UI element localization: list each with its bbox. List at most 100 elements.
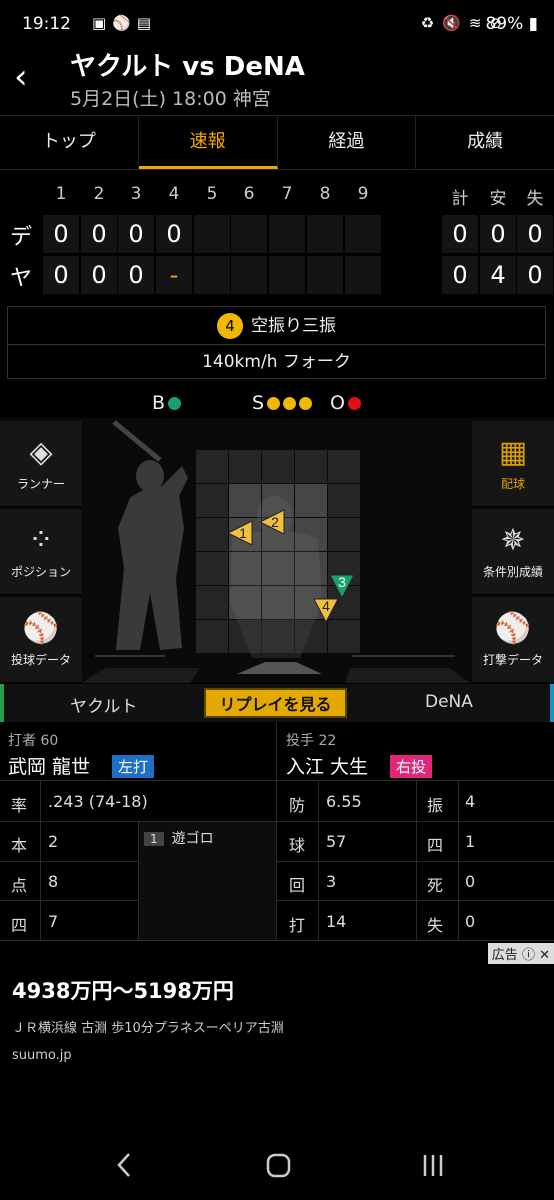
inning-header: 9 [357,184,369,204]
tab-live[interactable]: 速報 [138,116,278,169]
app-icon: ▤ [136,14,152,32]
inning-header: 6 [243,184,255,204]
pitcher-role: 投手 22 [286,733,337,749]
play-result-line: 4 空振り三振 [8,307,545,345]
side-button-pitch-grid[interactable]: ▦ 配球 [472,421,554,507]
zone-cell [295,450,327,483]
team-tab-dena[interactable]: DeNA [425,692,473,712]
nav-home-icon[interactable] [266,1153,291,1178]
nav-back-icon[interactable] [117,1153,130,1177]
play-result-box: 4 空振り三振 140km/h フォーク [7,306,546,379]
zone-cell [229,450,261,483]
pitcher-stat-value: 0 [465,872,476,891]
zone-cell [229,586,261,619]
back-button[interactable]: ‹ [14,60,48,96]
total-score: 4 [480,256,516,294]
radar-chart-icon: ✵ [500,523,526,558]
ball-dot [168,397,182,410]
game-subtitle: 5月2日(土) 18:00 神宮 [70,88,271,110]
zone-cell [229,484,261,517]
pitcher-stat-key: 四 [427,836,444,855]
batter-role: 打者 60 [8,733,59,749]
baseball-icon: ⚾ [112,14,131,32]
pitcher-stat-key: 死 [427,876,444,895]
at-bat-result: 1 遊ゴロ [144,828,214,848]
side-button-pitcher[interactable]: ⚾ 投球データ [0,597,82,683]
strike-dot [267,397,281,410]
pitch-marker-number: 2 [271,514,279,530]
notification-icons: ▣ ⚾ ▤ [92,14,151,32]
diamond-icon: ◈ [29,435,53,470]
inning-score: 0 [81,256,117,294]
ad-banner[interactable]: 広告 ⓘ ✕ 4938万円〜5198万円 ＪＲ横浜線 古淵 歩10分プラネスーペ… [0,940,554,1130]
zone-cell [328,518,360,551]
out-dot [347,397,361,410]
team-switch-bar: ヤクルト リプレイを見る DeNA [0,684,554,722]
side-button-field-positions[interactable]: ⁘ ポジション [0,509,82,595]
side-button-radar-chart[interactable]: ✵ 条件別成績 [472,509,554,595]
side-button-label: ランナー [16,477,65,491]
strike-dot [283,397,297,410]
tab-stats[interactable]: 成績 [416,116,554,169]
pitcher-stat-key: 振 [427,796,444,815]
zone-cell [196,518,228,551]
zone-cell [229,552,261,585]
pitch-detail: 140km/h フォーク [202,352,351,372]
batter-name[interactable]: 武岡 龍世 [8,752,90,779]
total-score: 0 [442,256,478,294]
at-bat-result-text: 遊ゴロ [171,831,214,847]
ad-line: ＪＲ横浜線 古淵 歩10分プラネスーペリア古淵 [12,1021,284,1036]
batter-stat-value: 7 [48,912,59,931]
inning-score [307,256,343,294]
zone-cell [262,586,294,619]
inning-score: 0 [156,215,192,253]
totals-header: 失 [526,189,544,209]
zone-cell [262,620,294,653]
inning-score [307,215,343,253]
batter-hand-badge: 左打 [112,755,155,778]
inning-score: 0 [43,215,79,253]
side-button-label: ポジション [10,565,71,579]
pitcher-stat-value: 1 [465,832,476,851]
replay-button[interactable]: リプレイを見る [204,688,347,718]
inning-score: 0 [81,215,117,253]
field-positions-icon: ⁘ [28,523,54,558]
zone-cell [328,484,360,517]
zone-cell [295,552,327,585]
zone-cell [295,620,327,653]
zone-cell [196,484,228,517]
zone-cell [262,450,294,483]
game-title: ヤクルト vs DeNA [70,52,305,82]
inning-score [345,256,381,294]
ball-count: B [152,392,182,414]
pitch-marker-number: 1 [239,525,247,541]
zone-cell [196,552,228,585]
play-result: 空振り三振 [251,316,336,336]
pitch-marker-number: 4 [322,598,330,614]
inning-score [231,215,267,253]
inning-header: 3 [130,184,142,204]
pitcher-stat-value: 6.55 [326,792,362,811]
header: ‹ ヤクルト vs DeNA 5月2日(土) 18:00 神宮 [0,40,554,115]
tab-top[interactable]: トップ [0,116,139,169]
chevron-left-icon: ‹ [14,57,28,97]
pitch-grid-icon: ▦ [498,435,528,470]
tab-progress[interactable]: 経過 [278,116,417,169]
zone-cell [295,484,327,517]
pitch-number-badge: 4 [217,313,243,339]
ad-tag[interactable]: 広告 ⓘ ✕ [487,943,554,964]
side-button-diamond[interactable]: ◈ ランナー [0,421,82,507]
pitcher-name[interactable]: 入江 大生 [286,752,368,779]
total-score: 0 [442,215,478,253]
batter-stat-key: 率 [11,796,28,815]
team-tab-yakult[interactable]: ヤクルト [70,692,138,717]
pitcher-stat-key: 防 [289,796,306,815]
inning-score [269,256,305,294]
ad-price: 4938万円〜5198万円 [12,979,234,1003]
side-button-batter[interactable]: ⚾ 打撃データ [472,597,554,683]
total-score: 0 [517,256,553,294]
nav-recents-icon[interactable] [423,1155,443,1176]
nav-icons [117,1153,443,1178]
zone-cell [328,450,360,483]
total-score: 0 [480,215,516,253]
